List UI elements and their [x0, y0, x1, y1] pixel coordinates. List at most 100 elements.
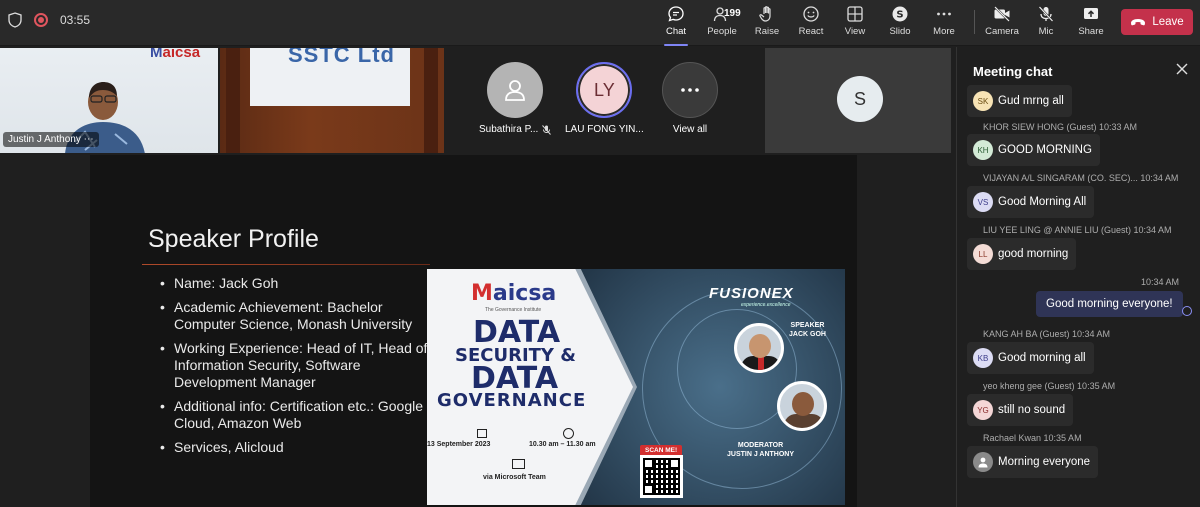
mic-off-icon — [542, 124, 552, 135]
people-button[interactable]: 199 People — [700, 5, 744, 41]
message-text: Morning everyone — [998, 456, 1091, 468]
chat-icon — [668, 6, 684, 22]
my-message[interactable]: Good morning everyone! — [1036, 291, 1183, 317]
participant-tile-subathira[interactable]: Subathira P... — [479, 62, 552, 135]
chat-message[interactable]: Morning everyone — [967, 446, 1099, 478]
message-meta: KHOR SIEW HONG (Guest) 10:33 AM — [983, 122, 1138, 132]
meeting-timer: 03:55 — [60, 13, 91, 27]
sender-avatar: VS — [973, 192, 993, 212]
phone-hangup-icon — [1131, 19, 1146, 26]
participant-tile-justin[interactable]: Maicsa Justin J Anthony ⋯ — [0, 48, 218, 153]
avatar — [487, 62, 544, 118]
avatar: LY — [576, 62, 633, 118]
sstc-sign-text: SSTC Ltd — [288, 48, 395, 67]
speaker-caption: SPEAKER JACK GOH — [789, 321, 826, 339]
chat-label: Chat — [665, 26, 687, 37]
meeting-toolbar: 03:55 Chat 199 People Raise React View S… — [0, 0, 1200, 46]
raise-hand-button[interactable]: Raise — [745, 5, 789, 41]
mic-off-icon — [1038, 6, 1054, 22]
chat-message[interactable]: LL good morning — [967, 238, 1077, 270]
react-button[interactable]: React — [789, 5, 833, 41]
leave-label: Leave — [1152, 16, 1184, 28]
moderator-role: MODERATOR — [737, 442, 784, 449]
moderator-caption: MODERATOR JUSTIN J ANTHONY — [727, 441, 794, 459]
share-icon — [1084, 8, 1098, 19]
smiley-icon — [803, 6, 819, 22]
mic-button[interactable]: Mic — [1024, 5, 1068, 41]
message-meta: Rachael Kwan 10:35 AM — [983, 433, 1082, 443]
react-label: React — [798, 26, 824, 37]
more-icon — [937, 12, 951, 16]
poster-logo: Maicsa — [471, 281, 557, 306]
teams-icon — [512, 459, 525, 469]
shared-slide: Speaker Profile Name: Jack Goh Academic … — [90, 155, 857, 507]
svg-text:S: S — [896, 10, 903, 21]
bullet-item: Additional info: Certification etc.: Goo… — [160, 398, 430, 432]
view-button[interactable]: View — [833, 5, 877, 41]
backdrop-logo: Maicsa — [150, 48, 200, 61]
message-time: 10:34 AM — [1141, 277, 1180, 287]
more-icon — [681, 88, 699, 92]
slide-title: Speaker Profile — [148, 225, 319, 253]
slido-button[interactable]: S Slido — [878, 5, 922, 41]
chat-message[interactable]: YG still no sound — [967, 394, 1074, 426]
poster-institute: The Governance Institute — [485, 307, 542, 313]
slido-icon: S — [892, 6, 908, 22]
message-meta: yeo kheng gee (Guest) 10:35 AM — [983, 381, 1116, 391]
poster-date: 13 September 2023 — [427, 441, 491, 448]
wood-panel — [424, 48, 438, 153]
more-label: More — [933, 26, 955, 37]
raise-label: Raise — [754, 26, 780, 37]
share-label: Share — [1078, 26, 1104, 37]
view-all-button[interactable]: View all — [662, 62, 718, 135]
qr-code — [640, 455, 683, 498]
close-icon[interactable] — [1175, 62, 1189, 76]
seen-icon — [1182, 306, 1192, 316]
camera-button[interactable]: Camera — [980, 5, 1024, 41]
chat-message[interactable]: VS Good Morning All — [967, 186, 1095, 218]
mic-label: Mic — [1038, 26, 1054, 37]
more-button[interactable]: More — [922, 5, 966, 41]
recording-icon — [34, 13, 48, 27]
message-text: good morning — [998, 248, 1069, 260]
backdrop-logo-text: aicsa — [162, 48, 201, 61]
participant-video-sstc[interactable]: SSTC Ltd — [220, 48, 444, 153]
participant-label: LAU FONG YIN... — [565, 124, 644, 135]
sender-avatar — [973, 452, 993, 472]
message-text: Good morning all — [998, 352, 1086, 364]
chat-message[interactable]: KB Good morning all — [967, 342, 1094, 374]
share-button[interactable]: Share — [1069, 5, 1113, 41]
view-all-label: View all — [672, 124, 708, 135]
moderator-name: JUSTIN J ANTHONY — [727, 451, 795, 458]
speaker-photo — [734, 323, 784, 373]
sender-avatar: LL — [973, 244, 993, 264]
shield-icon[interactable] — [8, 12, 22, 28]
leave-button[interactable]: Leave — [1121, 9, 1193, 35]
grid-view-icon — [847, 6, 863, 22]
people-label: People — [707, 26, 737, 37]
speaker-name: JACK GOH — [789, 331, 826, 338]
bullet-list: Name: Jack Goh Academic Achievement: Bac… — [160, 275, 430, 463]
message-text: GOOD MORNING — [998, 144, 1092, 156]
chat-button[interactable]: Chat — [654, 5, 698, 46]
message-meta: KANG AH BA (Guest) 10:34 AM — [983, 329, 1111, 339]
calendar-icon — [477, 429, 487, 438]
toolbar-divider — [974, 10, 975, 34]
message-text: still no sound — [998, 404, 1066, 416]
participant-name-tag: Justin J Anthony ⋯ — [3, 132, 99, 147]
bullet-item: Services, Alicloud — [160, 439, 430, 456]
poster-title-line: GOVERNANCE — [437, 390, 587, 411]
person-icon — [505, 80, 526, 101]
chat-message[interactable]: KH GOOD MORNING — [967, 134, 1100, 166]
participant-tile-s[interactable]: S — [765, 48, 951, 153]
message-meta: LIU YEE LING @ ANNIE LIU (Guest) 10:34 A… — [983, 225, 1172, 235]
poster-logo-text: aicsa — [492, 281, 557, 306]
chat-message[interactable]: SK Gud mrng all — [967, 85, 1072, 117]
chat-title: Meeting chat — [973, 64, 1053, 79]
participant-tile-lau[interactable]: LY LAU FONG YIN... — [565, 62, 644, 135]
camera-label: Camera — [985, 26, 1019, 37]
teams-meeting-window: 03:55 Chat 199 People Raise React View S… — [0, 0, 1200, 507]
participant-label: Subathira P... — [479, 124, 552, 135]
sender-avatar: SK — [973, 91, 993, 111]
clock-icon — [563, 428, 574, 439]
